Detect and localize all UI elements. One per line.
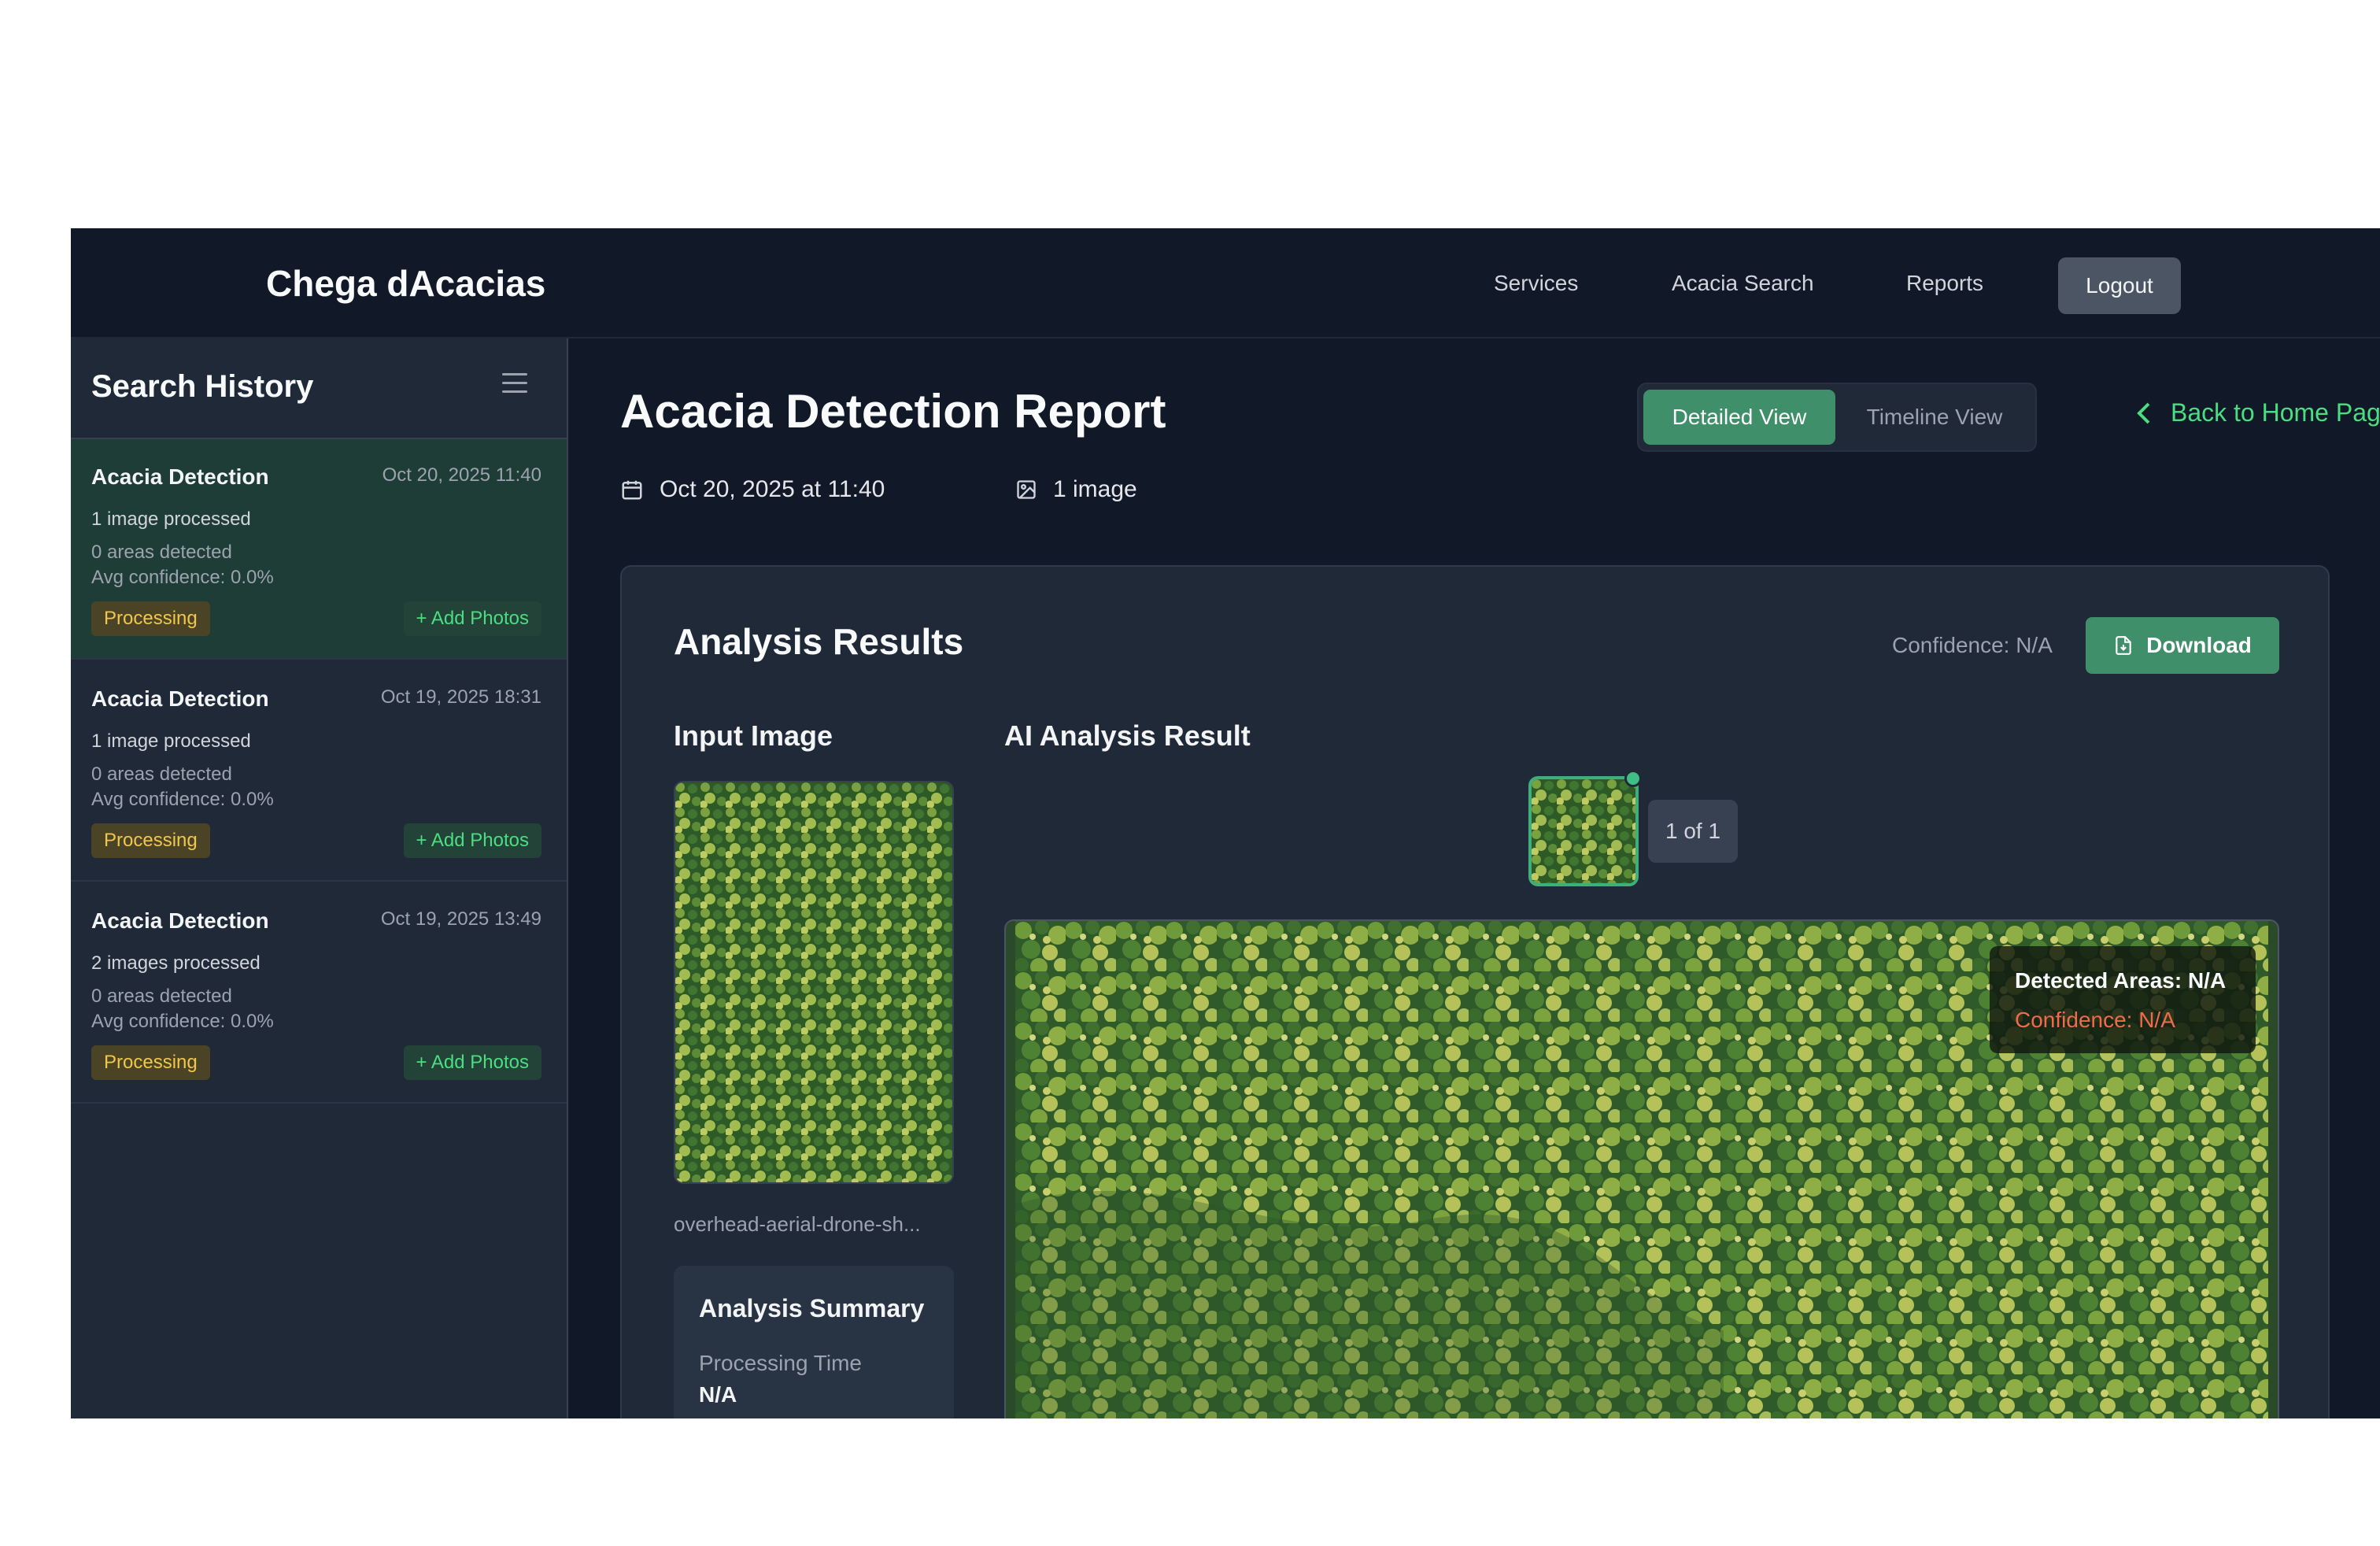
confidence-label: Confidence: N/A [1892,633,2053,657]
analysis-results-card: Analysis Results Confidence: N/A Downloa… [620,565,2330,1418]
input-image[interactable] [674,781,954,1184]
sidebar-header: Search History [71,338,567,439]
nav-link-services[interactable]: Services [1494,228,1578,338]
detection-overlay: Detected Areas: N/A Confidence: N/A [1990,946,2256,1053]
report-main: Acacia Detection Report Oct 20, 2025 at … [568,338,2380,1418]
analysis-results-title: Analysis Results [674,621,964,662]
history-item-processed: 1 image processed [91,509,251,530]
thumbnail-image [1532,779,1635,883]
chevron-left-icon [2137,402,2150,423]
timeline-view-tab[interactable]: Timeline View [1839,390,2031,445]
forest-image [675,782,952,1182]
history-item-processed: 1 image processed [91,730,251,752]
history-item-title: Acacia Detection [91,908,269,933]
back-to-home-label: Back to Home Page [2171,398,2380,427]
image-pager: 1 of 1 [1648,800,1738,863]
download-button[interactable]: Download [2086,617,2279,674]
add-photos-button[interactable]: + Add Photos [403,1045,541,1080]
sidebar-title: Search History [91,369,314,404]
history-item-date: Oct 19, 2025 13:49 [380,908,541,930]
brand-logo[interactable]: Chega dAcacias [266,228,545,338]
history-item[interactable]: Acacia Detection Oct 19, 2025 13:49 2 im… [71,883,567,1104]
history-item-areas: 0 areas detected [91,542,232,563]
nav-link-acacia-search[interactable]: Acacia Search [1672,228,1814,338]
input-file-name: overhead-aerial-drone-sh... [674,1212,921,1236]
processing-time-label: Processing Time [699,1351,862,1375]
history-item-confidence: Avg confidence: 0.0% [91,567,274,588]
history-item-title: Acacia Detection [91,686,269,711]
app-window: Chega dAcacias Services Acacia Search Re… [71,228,2380,1418]
history-item-date: Oct 20, 2025 11:40 [382,464,541,486]
selected-indicator [1624,770,1642,787]
history-item[interactable]: Acacia Detection Oct 19, 2025 18:31 1 im… [71,661,567,882]
search-history-sidebar: Search History Acacia Detection Oct 20, … [71,338,568,1418]
report-image-count-text: 1 image [1053,476,1137,502]
history-item-areas: 0 areas detected [91,764,232,785]
top-navigation: Chega dAcacias Services Acacia Search Re… [71,228,2380,338]
history-item-confidence: Avg confidence: 0.0% [91,1011,274,1032]
logout-button[interactable]: Logout [2058,257,2181,314]
add-photos-button[interactable]: + Add Photos [403,601,541,636]
nav-link-reports[interactable]: Reports [1906,228,1983,338]
calendar-icon [622,480,642,500]
history-item-title: Acacia Detection [91,464,269,489]
file-download-icon [2116,636,2131,655]
input-image-title: Input Image [674,719,833,752]
processing-time-value: N/A [699,1382,737,1407]
history-item[interactable]: Acacia Detection Oct 20, 2025 11:40 1 im… [71,439,567,660]
analysis-summary: Analysis Summary Processing Time N/A [674,1266,954,1418]
history-item-processed: 2 images processed [91,952,261,974]
view-toggle: Detailed View Timeline View [1637,383,2037,452]
report-image-count: 1 image [1015,476,1137,503]
add-photos-button[interactable]: + Add Photos [403,823,541,858]
history-item-areas: 0 areas detected [91,986,232,1007]
history-item-confidence: Avg confidence: 0.0% [91,789,274,810]
detected-areas-text: Detected Areas: N/A [2015,968,2227,993]
status-badge: Processing [91,1045,210,1080]
download-label: Download [2146,633,2252,657]
status-badge: Processing [91,601,210,636]
page-title: Acacia Detection Report [620,385,1166,438]
report-date-text: Oct 20, 2025 at 11:40 [660,476,885,502]
menu-icon[interactable] [502,373,527,395]
summary-title: Analysis Summary [699,1294,925,1322]
history-item-date: Oct 19, 2025 18:31 [380,686,541,708]
ai-result-title: AI Analysis Result [1004,719,1251,752]
back-to-home-link[interactable]: Back to Home Page [2134,398,2380,427]
detailed-view-tab[interactable]: Detailed View [1643,390,1835,445]
report-date: Oct 20, 2025 at 11:40 [620,476,885,503]
overlay-confidence-text: Confidence: N/A [2015,1008,2175,1032]
result-thumbnail[interactable] [1528,776,1639,886]
status-badge: Processing [91,823,210,858]
image-icon [1017,480,1036,499]
